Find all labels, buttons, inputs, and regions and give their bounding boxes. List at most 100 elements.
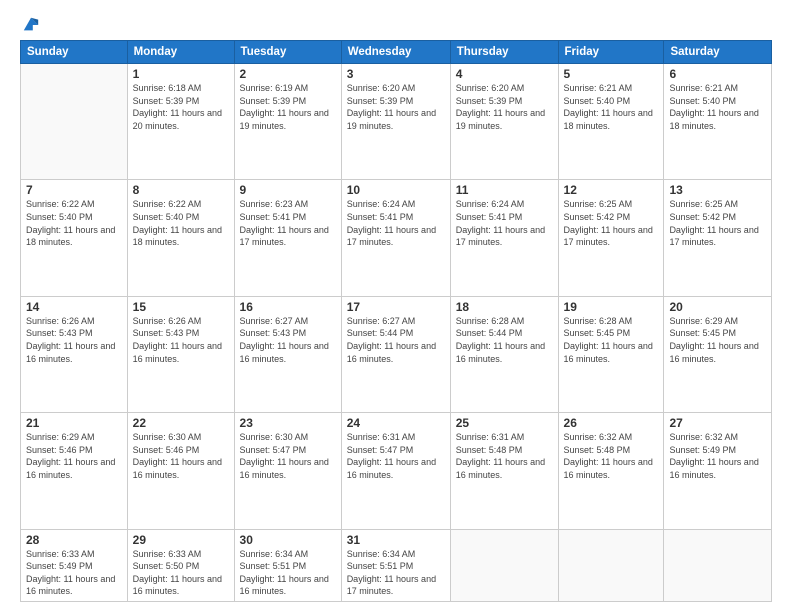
calendar-cell: [558, 529, 664, 601]
day-info: Sunrise: 6:27 AM Sunset: 5:43 PM Dayligh…: [240, 315, 336, 365]
calendar-cell: 1Sunrise: 6:18 AM Sunset: 5:39 PM Daylig…: [127, 64, 234, 180]
calendar-cell: 18Sunrise: 6:28 AM Sunset: 5:44 PM Dayli…: [450, 296, 558, 412]
calendar-cell: 29Sunrise: 6:33 AM Sunset: 5:50 PM Dayli…: [127, 529, 234, 601]
day-number: 28: [26, 533, 122, 547]
day-number: 23: [240, 416, 336, 430]
day-number: 24: [347, 416, 445, 430]
day-info: Sunrise: 6:21 AM Sunset: 5:40 PM Dayligh…: [564, 82, 659, 132]
day-number: 27: [669, 416, 766, 430]
calendar-cell: 25Sunrise: 6:31 AM Sunset: 5:48 PM Dayli…: [450, 413, 558, 529]
day-info: Sunrise: 6:32 AM Sunset: 5:49 PM Dayligh…: [669, 431, 766, 481]
day-number: 14: [26, 300, 122, 314]
calendar-cell: 9Sunrise: 6:23 AM Sunset: 5:41 PM Daylig…: [234, 180, 341, 296]
calendar-cell: 8Sunrise: 6:22 AM Sunset: 5:40 PM Daylig…: [127, 180, 234, 296]
calendar-cell: 14Sunrise: 6:26 AM Sunset: 5:43 PM Dayli…: [21, 296, 128, 412]
day-number: 12: [564, 183, 659, 197]
day-info: Sunrise: 6:24 AM Sunset: 5:41 PM Dayligh…: [456, 198, 553, 248]
calendar-cell: 27Sunrise: 6:32 AM Sunset: 5:49 PM Dayli…: [664, 413, 772, 529]
calendar-week-row: 14Sunrise: 6:26 AM Sunset: 5:43 PM Dayli…: [21, 296, 772, 412]
day-number: 8: [133, 183, 229, 197]
calendar-cell: 4Sunrise: 6:20 AM Sunset: 5:39 PM Daylig…: [450, 64, 558, 180]
calendar-cell: 20Sunrise: 6:29 AM Sunset: 5:45 PM Dayli…: [664, 296, 772, 412]
col-wednesday: Wednesday: [341, 41, 450, 64]
day-info: Sunrise: 6:26 AM Sunset: 5:43 PM Dayligh…: [26, 315, 122, 365]
calendar-cell: 16Sunrise: 6:27 AM Sunset: 5:43 PM Dayli…: [234, 296, 341, 412]
calendar-cell: 5Sunrise: 6:21 AM Sunset: 5:40 PM Daylig…: [558, 64, 664, 180]
calendar-week-row: 21Sunrise: 6:29 AM Sunset: 5:46 PM Dayli…: [21, 413, 772, 529]
day-info: Sunrise: 6:22 AM Sunset: 5:40 PM Dayligh…: [26, 198, 122, 248]
day-number: 26: [564, 416, 659, 430]
day-number: 13: [669, 183, 766, 197]
day-info: Sunrise: 6:25 AM Sunset: 5:42 PM Dayligh…: [669, 198, 766, 248]
calendar-cell: 23Sunrise: 6:30 AM Sunset: 5:47 PM Dayli…: [234, 413, 341, 529]
day-info: Sunrise: 6:24 AM Sunset: 5:41 PM Dayligh…: [347, 198, 445, 248]
day-number: 29: [133, 533, 229, 547]
day-info: Sunrise: 6:26 AM Sunset: 5:43 PM Dayligh…: [133, 315, 229, 365]
day-info: Sunrise: 6:28 AM Sunset: 5:44 PM Dayligh…: [456, 315, 553, 365]
day-number: 19: [564, 300, 659, 314]
day-info: Sunrise: 6:34 AM Sunset: 5:51 PM Dayligh…: [347, 548, 445, 598]
col-sunday: Sunday: [21, 41, 128, 64]
page: Sunday Monday Tuesday Wednesday Thursday…: [0, 0, 792, 612]
calendar-cell: 15Sunrise: 6:26 AM Sunset: 5:43 PM Dayli…: [127, 296, 234, 412]
calendar-cell: [450, 529, 558, 601]
col-thursday: Thursday: [450, 41, 558, 64]
day-info: Sunrise: 6:19 AM Sunset: 5:39 PM Dayligh…: [240, 82, 336, 132]
logo-icon: [22, 16, 40, 34]
day-number: 6: [669, 67, 766, 81]
calendar-cell: 13Sunrise: 6:25 AM Sunset: 5:42 PM Dayli…: [664, 180, 772, 296]
calendar-cell: [21, 64, 128, 180]
day-number: 10: [347, 183, 445, 197]
calendar-cell: [664, 529, 772, 601]
day-number: 15: [133, 300, 229, 314]
day-number: 4: [456, 67, 553, 81]
day-info: Sunrise: 6:31 AM Sunset: 5:47 PM Dayligh…: [347, 431, 445, 481]
day-number: 22: [133, 416, 229, 430]
calendar-cell: 3Sunrise: 6:20 AM Sunset: 5:39 PM Daylig…: [341, 64, 450, 180]
calendar-week-row: 28Sunrise: 6:33 AM Sunset: 5:49 PM Dayli…: [21, 529, 772, 601]
day-info: Sunrise: 6:27 AM Sunset: 5:44 PM Dayligh…: [347, 315, 445, 365]
day-info: Sunrise: 6:29 AM Sunset: 5:46 PM Dayligh…: [26, 431, 122, 481]
calendar-week-row: 1Sunrise: 6:18 AM Sunset: 5:39 PM Daylig…: [21, 64, 772, 180]
day-number: 2: [240, 67, 336, 81]
day-info: Sunrise: 6:30 AM Sunset: 5:46 PM Dayligh…: [133, 431, 229, 481]
day-info: Sunrise: 6:29 AM Sunset: 5:45 PM Dayligh…: [669, 315, 766, 365]
day-number: 1: [133, 67, 229, 81]
logo: [20, 16, 40, 34]
day-info: Sunrise: 6:21 AM Sunset: 5:40 PM Dayligh…: [669, 82, 766, 132]
calendar-cell: 24Sunrise: 6:31 AM Sunset: 5:47 PM Dayli…: [341, 413, 450, 529]
day-number: 16: [240, 300, 336, 314]
day-number: 21: [26, 416, 122, 430]
day-number: 11: [456, 183, 553, 197]
col-friday: Friday: [558, 41, 664, 64]
calendar-table: Sunday Monday Tuesday Wednesday Thursday…: [20, 40, 772, 602]
day-info: Sunrise: 6:28 AM Sunset: 5:45 PM Dayligh…: [564, 315, 659, 365]
day-number: 18: [456, 300, 553, 314]
col-tuesday: Tuesday: [234, 41, 341, 64]
col-monday: Monday: [127, 41, 234, 64]
day-info: Sunrise: 6:34 AM Sunset: 5:51 PM Dayligh…: [240, 548, 336, 598]
calendar-cell: 19Sunrise: 6:28 AM Sunset: 5:45 PM Dayli…: [558, 296, 664, 412]
day-info: Sunrise: 6:20 AM Sunset: 5:39 PM Dayligh…: [456, 82, 553, 132]
calendar-cell: 6Sunrise: 6:21 AM Sunset: 5:40 PM Daylig…: [664, 64, 772, 180]
day-number: 30: [240, 533, 336, 547]
calendar-cell: 2Sunrise: 6:19 AM Sunset: 5:39 PM Daylig…: [234, 64, 341, 180]
day-info: Sunrise: 6:20 AM Sunset: 5:39 PM Dayligh…: [347, 82, 445, 132]
header: [20, 16, 772, 34]
calendar-cell: 22Sunrise: 6:30 AM Sunset: 5:46 PM Dayli…: [127, 413, 234, 529]
calendar-cell: 10Sunrise: 6:24 AM Sunset: 5:41 PM Dayli…: [341, 180, 450, 296]
calendar-cell: 17Sunrise: 6:27 AM Sunset: 5:44 PM Dayli…: [341, 296, 450, 412]
day-info: Sunrise: 6:22 AM Sunset: 5:40 PM Dayligh…: [133, 198, 229, 248]
day-info: Sunrise: 6:30 AM Sunset: 5:47 PM Dayligh…: [240, 431, 336, 481]
day-number: 7: [26, 183, 122, 197]
col-saturday: Saturday: [664, 41, 772, 64]
calendar-cell: 26Sunrise: 6:32 AM Sunset: 5:48 PM Dayli…: [558, 413, 664, 529]
calendar-cell: 30Sunrise: 6:34 AM Sunset: 5:51 PM Dayli…: [234, 529, 341, 601]
calendar-cell: 31Sunrise: 6:34 AM Sunset: 5:51 PM Dayli…: [341, 529, 450, 601]
day-number: 17: [347, 300, 445, 314]
day-info: Sunrise: 6:33 AM Sunset: 5:49 PM Dayligh…: [26, 548, 122, 598]
day-info: Sunrise: 6:32 AM Sunset: 5:48 PM Dayligh…: [564, 431, 659, 481]
day-number: 25: [456, 416, 553, 430]
day-number: 3: [347, 67, 445, 81]
calendar-header-row: Sunday Monday Tuesday Wednesday Thursday…: [21, 41, 772, 64]
